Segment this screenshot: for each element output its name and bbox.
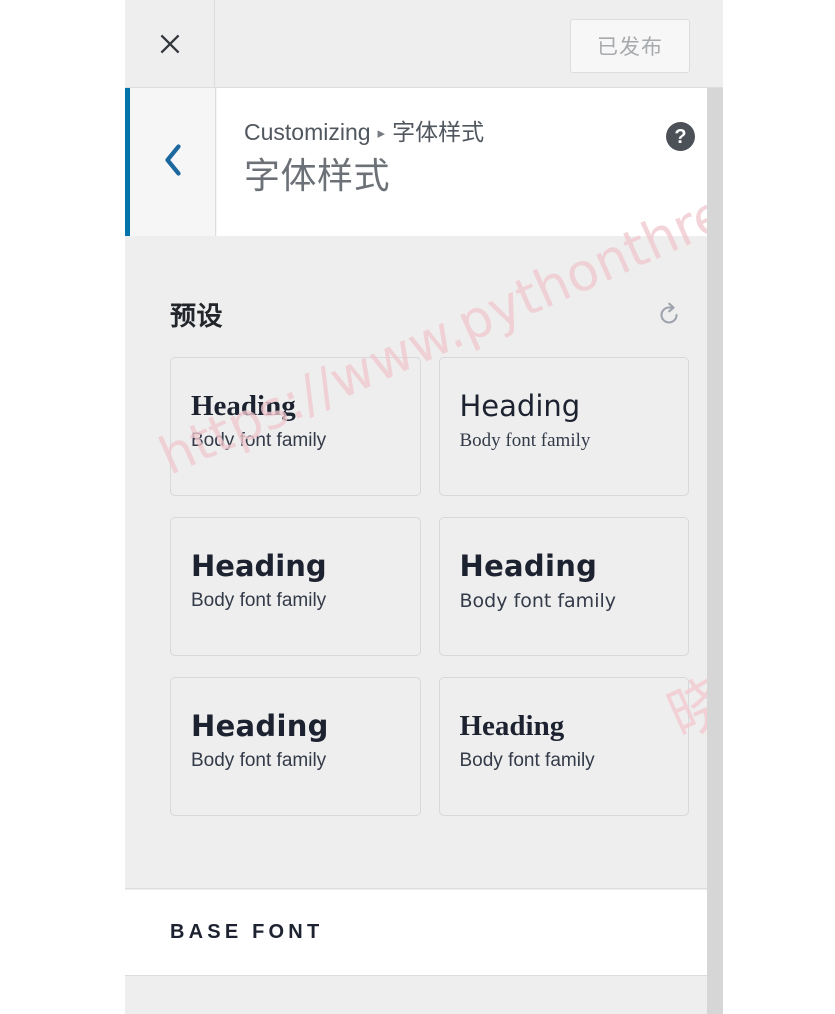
publish-button[interactable]: 已发布 bbox=[570, 19, 690, 73]
close-customizer-button[interactable] bbox=[125, 0, 215, 87]
help-icon[interactable]: ? bbox=[666, 122, 695, 151]
right-gutter bbox=[723, 0, 835, 1014]
preset-card[interactable]: Heading Body font family bbox=[438, 357, 689, 496]
preset-body-preview: Body font family bbox=[459, 430, 591, 452]
chevron-left-icon bbox=[161, 143, 185, 182]
presets-section: 预设 Heading Body font family Heading Body… bbox=[125, 236, 723, 889]
publish-button-label: 已发布 bbox=[597, 36, 663, 59]
breadcrumb: Customizing ▸ 字体样式 bbox=[244, 119, 723, 147]
preset-heading-preview: Heading bbox=[459, 389, 581, 423]
panel-scrollbar-thumb[interactable] bbox=[707, 88, 723, 1014]
preset-heading-preview: Heading bbox=[191, 390, 296, 422]
section-header: Customizing ▸ 字体样式 字体样式 ? bbox=[125, 88, 723, 236]
base-font-section[interactable]: BASE FONT bbox=[125, 890, 723, 976]
reset-icon[interactable] bbox=[653, 299, 685, 331]
preset-card[interactable]: Heading Body font family bbox=[170, 357, 421, 496]
breadcrumb-root[interactable]: Customizing bbox=[244, 119, 371, 147]
preset-card[interactable]: Heading Body font family bbox=[438, 517, 689, 656]
preset-body-preview: Body font family bbox=[191, 430, 327, 452]
preset-card[interactable]: Heading Body font family bbox=[170, 677, 421, 816]
customizer-topbar: 已发布 bbox=[125, 0, 723, 88]
preset-heading-preview: Heading bbox=[191, 709, 329, 743]
back-button[interactable] bbox=[130, 88, 216, 236]
screenshot-root: 已发布 Customizing ▸ 字体样式 字体样式 ? 预设 Heading… bbox=[0, 0, 835, 1014]
preset-card[interactable]: Heading Body font family bbox=[170, 517, 421, 656]
base-font-label: BASE FONT bbox=[170, 921, 324, 943]
help-icon-label: ? bbox=[674, 125, 687, 148]
section-header-body: Customizing ▸ 字体样式 字体样式 ? bbox=[217, 88, 723, 236]
page-title: 字体样式 bbox=[244, 154, 391, 196]
breadcrumb-current: 字体样式 bbox=[392, 119, 485, 145]
presets-label: 预设 bbox=[170, 301, 224, 331]
presets-header: 预设 bbox=[170, 296, 685, 333]
preset-heading-preview: Heading bbox=[191, 549, 327, 583]
customizer-panel: 已发布 Customizing ▸ 字体样式 字体样式 ? 预设 Heading… bbox=[125, 0, 723, 1014]
preset-body-preview: Body font family bbox=[459, 590, 617, 613]
close-icon bbox=[156, 30, 184, 58]
preset-grid: Heading Body font family Heading Body fo… bbox=[170, 357, 689, 816]
preset-body-preview: Body font family bbox=[191, 590, 327, 612]
chevron-right-icon: ▸ bbox=[377, 124, 386, 142]
preset-body-preview: Body font family bbox=[191, 750, 327, 772]
panel-tail-area bbox=[125, 977, 723, 1014]
preset-card[interactable]: Heading Body font family bbox=[438, 677, 689, 816]
preset-body-preview: Body font family bbox=[459, 750, 595, 772]
preset-heading-preview: Heading bbox=[459, 549, 598, 583]
preset-heading-preview: Heading bbox=[459, 710, 565, 742]
left-gutter bbox=[0, 0, 125, 1014]
